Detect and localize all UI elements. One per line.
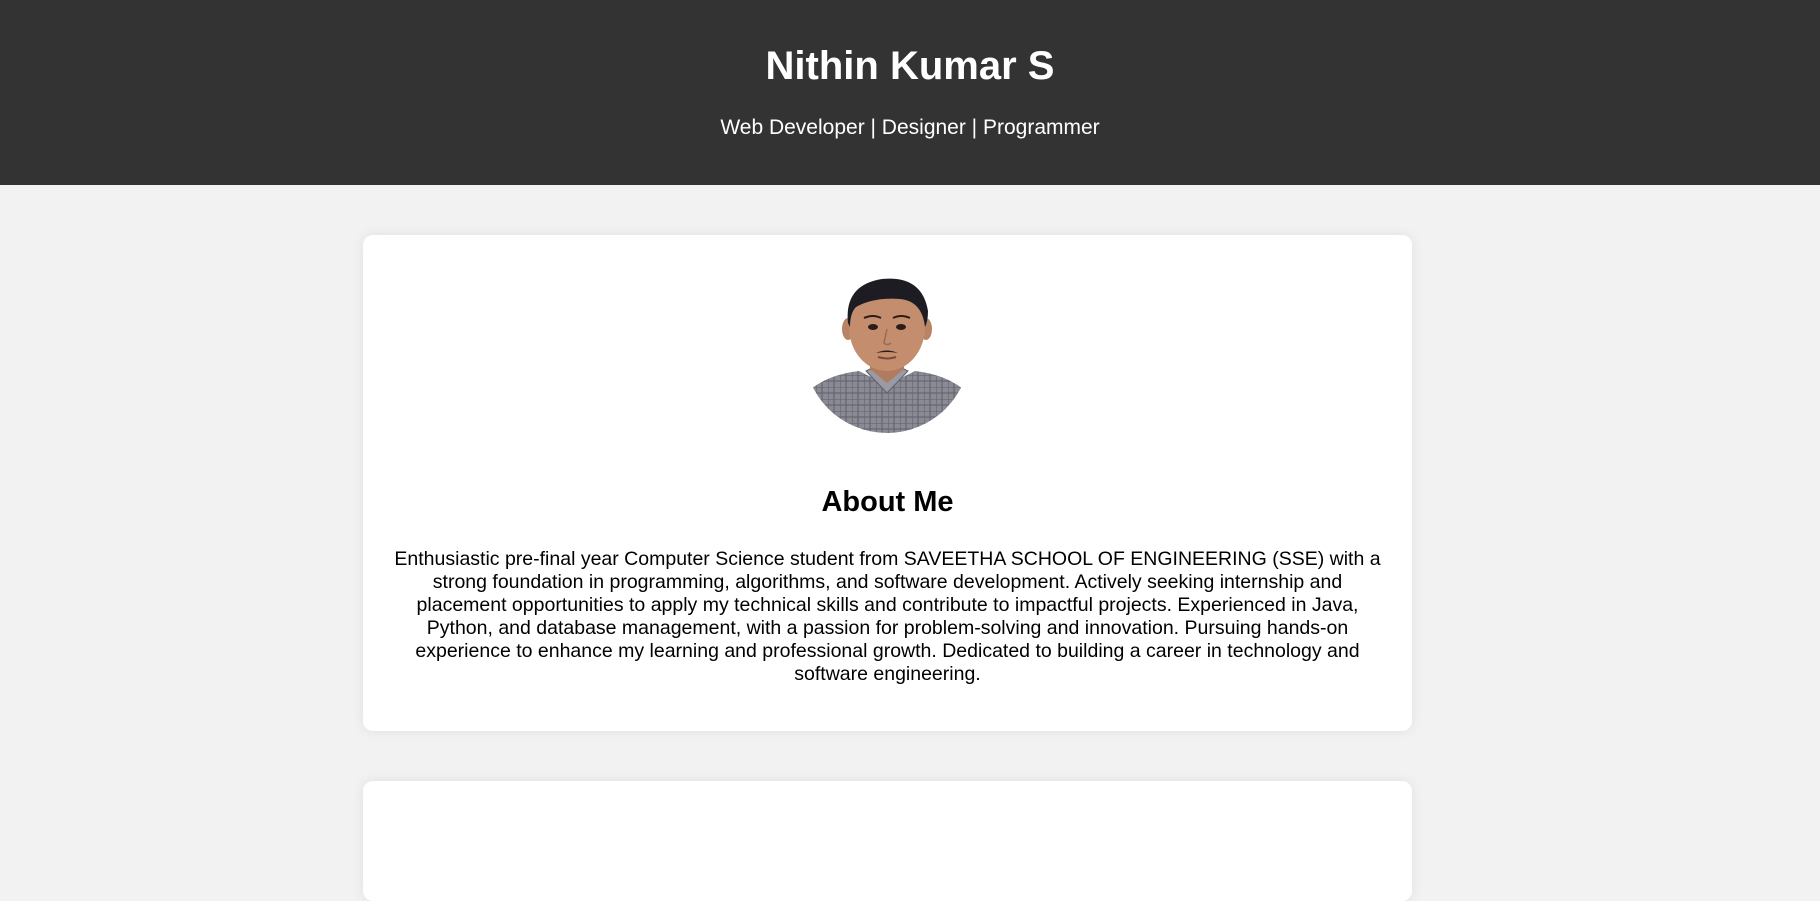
- about-bio: Enthusiastic pre-final year Computer Sci…: [394, 548, 1381, 685]
- profile-photo: [804, 267, 970, 433]
- next-section-card: [363, 781, 1412, 901]
- tagline: Web Developer | Designer | Programmer: [720, 116, 1100, 139]
- about-card: About Me Enthusiastic pre-final year Com…: [363, 235, 1412, 731]
- profile-photo-illustration: [804, 267, 970, 433]
- page-title: Nithin Kumar S: [765, 44, 1055, 88]
- about-heading: About Me: [821, 486, 954, 518]
- site-header: Nithin Kumar S Web Developer | Designer …: [0, 0, 1820, 185]
